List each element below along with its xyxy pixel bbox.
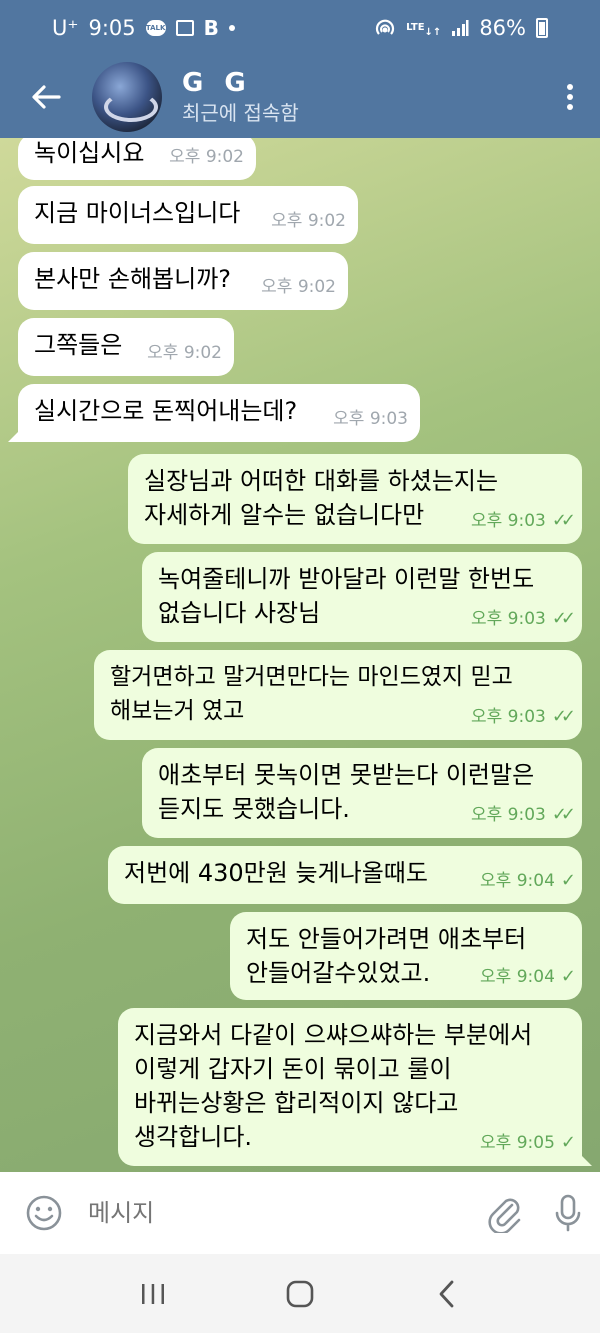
- message-text: 녹이십시요: [34, 139, 145, 167]
- message-bubble-outgoing[interactable]: 실장님과 어떠한 대화를 하셨는지는 자세하게 알수는 없습니다만 오후 9:0…: [128, 454, 582, 544]
- chat-header: G G 최근에 접속함: [0, 56, 600, 138]
- message-meta: 오후 9:02: [261, 270, 336, 304]
- message-meta: 오후 9:02: [147, 336, 222, 370]
- signal-icon: [451, 19, 469, 37]
- message-meta: 오후 9:03 ✓✓: [470, 504, 576, 538]
- hotspot-icon: [374, 17, 396, 39]
- message-time: 오후 9:02: [261, 277, 336, 297]
- more-vertical-icon-dot: [567, 94, 573, 100]
- message-text: 본사만 손해봅니까?: [34, 265, 232, 293]
- chat-title: G G: [182, 68, 252, 98]
- battery-percent: 86%: [479, 16, 526, 40]
- check-icon: ✓: [560, 1132, 576, 1153]
- home-icon: [286, 1280, 314, 1307]
- message-time: 오후 9:04: [480, 871, 555, 891]
- message-bubble-incoming[interactable]: 본사만 손해봅니까? 오후 9:02: [18, 252, 348, 310]
- message-text: 할거면하고 말거면만다는 마인드였지 믿고 해보는거 였고: [110, 664, 513, 724]
- more-vertical-icon-dot: [567, 104, 573, 110]
- smiley-icon: [26, 1195, 62, 1231]
- message-meta: 오후 9:05 ✓: [480, 1126, 576, 1160]
- message-time: 오후 9:03: [470, 511, 546, 531]
- message-bubble-incoming[interactable]: 그쪽들은 오후 9:02: [18, 318, 234, 376]
- message-text: 지금 마이너스입니다: [34, 199, 241, 227]
- battery-icon: [536, 18, 548, 38]
- check-icon: ✓: [560, 966, 576, 987]
- status-right: LTE ↓↑ 86%: [374, 16, 548, 40]
- message-time: 오후 9:04: [480, 967, 555, 987]
- kakaotalk-icon: TALK: [145, 20, 166, 36]
- message-bubble-incoming[interactable]: 녹이십시요 오후 9:02: [18, 138, 256, 180]
- message-text: 그쪽들은: [34, 331, 123, 359]
- lte-icon: LTE ↓↑: [406, 22, 442, 38]
- recent-apps-button[interactable]: [123, 1264, 183, 1324]
- message-meta: 오후 9:03 ✓✓: [470, 700, 576, 734]
- status-bar: U⁺ 9:05 TALK B LTE ↓↑ 86%: [0, 0, 600, 56]
- message-meta: 오후 9:04 ✓: [480, 864, 576, 898]
- arrow-left-icon: [32, 85, 61, 109]
- carrier-label: U⁺: [52, 16, 79, 40]
- message-bubble-outgoing[interactable]: 지금와서 다같이 으쌰으쌰하는 부분에서 이렇게 갑자기 돈이 묶이고 룰이 바…: [118, 1008, 592, 1166]
- emoji-button[interactable]: [0, 1172, 88, 1254]
- notification-dot-icon: [228, 25, 235, 31]
- b-app-icon: B: [203, 16, 219, 40]
- message-bubble-outgoing[interactable]: 할거면하고 말거면만다는 마인드였지 믿고 해보는거 였고 오후 9:03 ✓✓: [94, 650, 582, 740]
- message-meta: 오후 9:03 ✓✓: [470, 602, 576, 636]
- message-meta: 오후 9:04 ✓: [480, 960, 576, 994]
- recent-apps-icon: [142, 1283, 165, 1304]
- back-button[interactable]: [0, 56, 92, 138]
- double-check-icon: ✓✓: [551, 608, 576, 629]
- message-time: 오후 9:02: [169, 147, 244, 167]
- composer-bar: [0, 1172, 600, 1254]
- message-time: 오후 9:05: [480, 1133, 555, 1153]
- chat-title-block[interactable]: G G 최근에 접속함: [182, 67, 299, 127]
- message-bubble-outgoing[interactable]: 저도 안들어가려면 애초부터 안들어갈수있었고. 오후 9:04 ✓: [230, 912, 582, 1000]
- message-time: 오후 9:02: [147, 343, 222, 363]
- last-seen-status: 최근에 접속함: [182, 101, 299, 125]
- message-list[interactable]: 녹이십시요 오후 9:02 지금 마이너스입니다 오후 9:02 본사만 손해봅…: [0, 138, 600, 1172]
- message-text: 실장님과 어떠한 대화를 하셨는지는 자세하게 알수는 없습니다만: [144, 467, 499, 529]
- more-menu-button[interactable]: [540, 56, 600, 138]
- microphone-icon: [555, 1194, 581, 1232]
- message-meta: 오후 9:03: [333, 402, 408, 436]
- message-bubble-incoming[interactable]: 실시간으로 돈찍어내는데? 오후 9:03: [8, 384, 420, 442]
- double-check-icon: ✓✓: [551, 804, 576, 825]
- double-check-icon: ✓✓: [551, 706, 576, 727]
- message-meta: 오후 9:03 ✓✓: [470, 798, 576, 832]
- message-bubble-outgoing[interactable]: 저번에 430만원 늦게나올때도 오후 9:04 ✓: [108, 846, 582, 904]
- message-text: 지금와서 다같이 으쌰으쌰하는 부분에서 이렇게 갑자기 돈이 묶이고 룰이 바…: [134, 1021, 533, 1151]
- message-bubble-outgoing[interactable]: 녹여줄테니까 받아달라 이런말 한번도 없습니다 사장님 오후 9:03 ✓✓: [142, 552, 582, 642]
- message-bubble-incoming[interactable]: 지금 마이너스입니다 오후 9:02: [18, 186, 358, 244]
- message-time: 오후 9:03: [470, 707, 546, 727]
- gallery-icon: [175, 20, 194, 36]
- message-text: 실시간으로 돈찍어내는데?: [34, 397, 298, 425]
- double-check-icon: ✓✓: [551, 510, 576, 531]
- message-bubble-outgoing[interactable]: 애초부터 못녹이면 못받는다 이런말은 듣지도 못했습니다. 오후 9:03 ✓✓: [142, 748, 582, 838]
- check-icon: ✓: [560, 870, 576, 891]
- voice-record-button[interactable]: [536, 1172, 600, 1254]
- system-nav-bar: [0, 1254, 600, 1333]
- message-time: 오후 9:03: [333, 409, 408, 429]
- message-time: 오후 9:03: [470, 609, 546, 629]
- message-meta: 오후 9:02: [271, 204, 346, 238]
- avatar[interactable]: [92, 62, 162, 132]
- message-input[interactable]: [88, 1199, 472, 1227]
- attach-button[interactable]: [472, 1172, 536, 1254]
- paperclip-icon: [488, 1198, 521, 1233]
- message-text: 저번에 430만원 늦게나올때도: [124, 859, 428, 887]
- clock: 9:05: [88, 16, 136, 40]
- back-nav-button[interactable]: [417, 1264, 477, 1324]
- chevron-left-icon: [439, 1280, 454, 1307]
- more-vertical-icon: [567, 84, 573, 90]
- message-time: 오후 9:03: [470, 805, 546, 825]
- message-time: 오후 9:02: [271, 211, 346, 231]
- home-button[interactable]: [270, 1264, 330, 1324]
- status-left: U⁺ 9:05 TALK B: [52, 16, 235, 40]
- message-meta: 오후 9:02: [169, 140, 244, 174]
